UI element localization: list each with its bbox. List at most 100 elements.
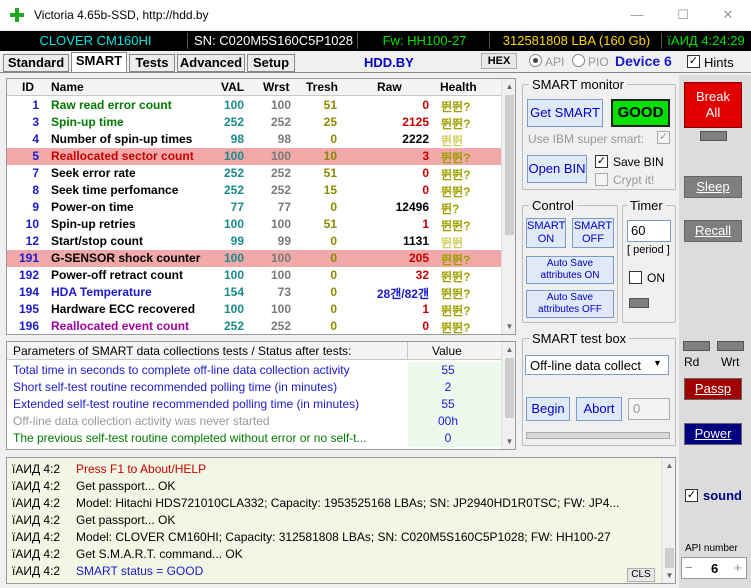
smart-on-button[interactable]: SMART ON bbox=[526, 218, 566, 248]
table-row[interactable]: 3 Spin-up time 252 252 25 2125 뛴뛴? bbox=[7, 114, 503, 131]
minus-icon[interactable]: − bbox=[685, 560, 693, 575]
hex-button[interactable]: HEX bbox=[481, 53, 517, 69]
scroll-down-icon[interactable]: ▼ bbox=[662, 568, 675, 583]
cell-tresh: 0 bbox=[330, 319, 337, 333]
break-all-button[interactable]: Break All bbox=[684, 82, 742, 128]
pio-radio[interactable] bbox=[572, 54, 585, 67]
cell-val: 252 bbox=[223, 166, 244, 180]
param-value: 2 bbox=[444, 380, 452, 394]
cell-val: 252 bbox=[223, 183, 244, 197]
table-row[interactable]: 1 Raw read error count 100 100 51 0 뛴뛴? bbox=[7, 97, 503, 114]
smart-off-button[interactable]: SMART OFF bbox=[572, 218, 614, 248]
cell-id: 7 bbox=[32, 166, 39, 180]
table-row[interactable]: 4 Number of spin-up times 98 98 0 2222 뛴뛴 bbox=[7, 131, 503, 148]
log-scrollbar[interactable]: ▲ ▼ bbox=[661, 458, 675, 583]
smart-table-header: ID Name VAL Wrst Tresh Raw Health bbox=[7, 79, 503, 96]
cell-val: 99 bbox=[230, 234, 244, 248]
rd-indicator bbox=[683, 341, 710, 351]
passp-button[interactable]: Passp bbox=[684, 378, 742, 400]
autosave-off-button[interactable]: Auto Save attributes OFF bbox=[526, 290, 614, 318]
cell-wrst: 100 bbox=[270, 302, 291, 316]
cell-tresh: 0 bbox=[330, 200, 337, 214]
save-bin-label: Save BIN bbox=[613, 155, 664, 169]
recall-button[interactable]: Recall bbox=[684, 220, 742, 242]
cell-wrst: 100 bbox=[270, 251, 291, 265]
timer-on-checkbox[interactable] bbox=[629, 271, 642, 284]
plus-icon[interactable]: + bbox=[734, 560, 742, 575]
cell-tresh: 0 bbox=[330, 302, 337, 316]
tab-smart[interactable]: SMART bbox=[71, 52, 127, 73]
autosave-on-button[interactable]: Auto Save attributes ON bbox=[526, 256, 614, 284]
cell-health: 뛴뛴? bbox=[441, 168, 471, 182]
scroll-up-icon[interactable]: ▲ bbox=[502, 342, 515, 357]
table-row[interactable]: 196 Reallocated event count 252 252 0 0 뛴뛴? bbox=[7, 318, 503, 334]
tab-tests[interactable]: Tests bbox=[129, 54, 175, 72]
scroll-thumb[interactable] bbox=[505, 358, 514, 418]
cell-val: 100 bbox=[223, 302, 244, 316]
table-row[interactable]: 192 Power-off retract count 100 100 0 32 뛴뛴? bbox=[7, 267, 503, 284]
cls-button[interactable]: CLS bbox=[627, 568, 655, 582]
minimize-button[interactable]: — bbox=[614, 0, 660, 30]
open-bin-button[interactable]: Open BIN bbox=[527, 155, 587, 183]
table-row[interactable]: 10 Spin-up retries 100 100 51 1 뛴뛴? bbox=[7, 216, 503, 233]
api-radio[interactable] bbox=[529, 54, 542, 67]
table-row[interactable]: 12 Start/stop count 99 99 0 1131 뛴뛴 bbox=[7, 233, 503, 250]
ibm-super-smart-label: Use IBM super smart: bbox=[528, 132, 645, 146]
param-row[interactable]: Off-line data collection activity was ne… bbox=[7, 413, 503, 430]
sound-checkbox[interactable]: ✓ bbox=[685, 489, 698, 502]
param-row[interactable]: Extended self-test routine recommended p… bbox=[7, 396, 503, 413]
sleep-button[interactable]: Sleep bbox=[684, 176, 742, 198]
smart-table-scrollbar[interactable]: ▲ ▼ bbox=[501, 79, 515, 334]
cell-health: 뛴뛴? bbox=[441, 219, 471, 233]
table-row[interactable]: 191 G-SENSOR shock counter 100 100 0 205 뛴뛴? bbox=[7, 250, 503, 267]
hints-checkbox[interactable]: ✓ bbox=[687, 55, 700, 68]
crypt-it-checkbox[interactable] bbox=[595, 173, 608, 186]
table-row[interactable]: 194 HDA Temperature 154 73 0 28갠/82갠 뛴뛴? bbox=[7, 284, 503, 301]
ibm-super-smart-checkbox[interactable]: ✓ bbox=[657, 131, 670, 144]
tab-setup[interactable]: Setup bbox=[247, 54, 295, 72]
param-row[interactable]: Total time in seconds to complete off-li… bbox=[7, 362, 503, 379]
table-row[interactable]: 195 Hardware ECC recovered 100 100 0 1 뛴뛴? bbox=[7, 301, 503, 318]
scroll-thumb[interactable] bbox=[505, 95, 514, 235]
log-timestamp: ïАИД 4:2 bbox=[12, 530, 61, 544]
params-header: Parameters of SMART data collections tes… bbox=[7, 342, 503, 360]
begin-button[interactable]: Begin bbox=[526, 397, 570, 421]
smart-params-table[interactable]: Parameters of SMART data collections tes… bbox=[6, 341, 516, 450]
close-button[interactable]: ✕ bbox=[705, 0, 751, 30]
maximize-button[interactable]: ☐ bbox=[660, 0, 706, 30]
power-button[interactable]: Power bbox=[684, 423, 742, 445]
param-value: 55 bbox=[441, 363, 455, 377]
scroll-thumb[interactable] bbox=[665, 548, 674, 568]
table-row[interactable]: 8 Seek time perfomance 252 252 15 0 뛴뛴? bbox=[7, 182, 503, 199]
table-row[interactable]: 7 Seek error rate 252 252 51 0 뛴뛴? bbox=[7, 165, 503, 182]
test-type-select[interactable]: Off-line data collect ▼ bbox=[525, 355, 669, 375]
tab-standard[interactable]: Standard bbox=[3, 54, 69, 72]
cell-name: Power-off retract count bbox=[51, 268, 184, 282]
param-row[interactable]: Short self-test routine recommended poll… bbox=[7, 379, 503, 396]
api-number-spinner[interactable]: − 6 + bbox=[681, 557, 747, 579]
tab-advanced[interactable]: Advanced bbox=[177, 54, 245, 72]
scroll-down-icon[interactable]: ▼ bbox=[502, 434, 515, 449]
cell-raw: 205 bbox=[408, 251, 429, 265]
save-bin-checkbox[interactable]: ✓ bbox=[595, 155, 608, 168]
timer-period-input[interactable]: 60 bbox=[627, 220, 671, 242]
get-smart-button[interactable]: Get SMART bbox=[527, 99, 603, 127]
pio-label: PIO bbox=[588, 55, 609, 69]
scroll-down-icon[interactable]: ▼ bbox=[502, 319, 515, 334]
api-number-value: 6 bbox=[711, 561, 719, 576]
smart-test-box-title: SMART test box bbox=[529, 331, 630, 346]
table-row[interactable]: 5 Reallocated sector count 100 100 10 3 뛴뛴? bbox=[7, 148, 503, 165]
scroll-up-icon[interactable]: ▲ bbox=[502, 79, 515, 94]
window-title: Victoria 4.65b-SSD, http://hdd.by bbox=[34, 8, 209, 22]
cell-raw: 1 bbox=[422, 217, 429, 231]
col-val: VAL bbox=[221, 80, 245, 94]
table-row[interactable]: 9 Power-on time 77 77 0 12496 뛴? bbox=[7, 199, 503, 216]
cell-val: 100 bbox=[223, 251, 244, 265]
abort-button[interactable]: Abort bbox=[576, 397, 622, 421]
scroll-up-icon[interactable]: ▲ bbox=[662, 458, 675, 473]
param-row[interactable]: The previous self-test routine completed… bbox=[7, 430, 503, 447]
chevron-down-icon[interactable]: ▼ bbox=[653, 358, 662, 368]
params-scrollbar[interactable]: ▲ ▼ bbox=[501, 342, 515, 449]
log-panel[interactable]: ïАИД 4:2 Press F1 to About/HELP ïАИД 4:2 Ge… bbox=[6, 457, 676, 584]
smart-attributes-table[interactable]: ID Name VAL Wrst Tresh Raw Health 1 Raw r… bbox=[6, 78, 516, 335]
